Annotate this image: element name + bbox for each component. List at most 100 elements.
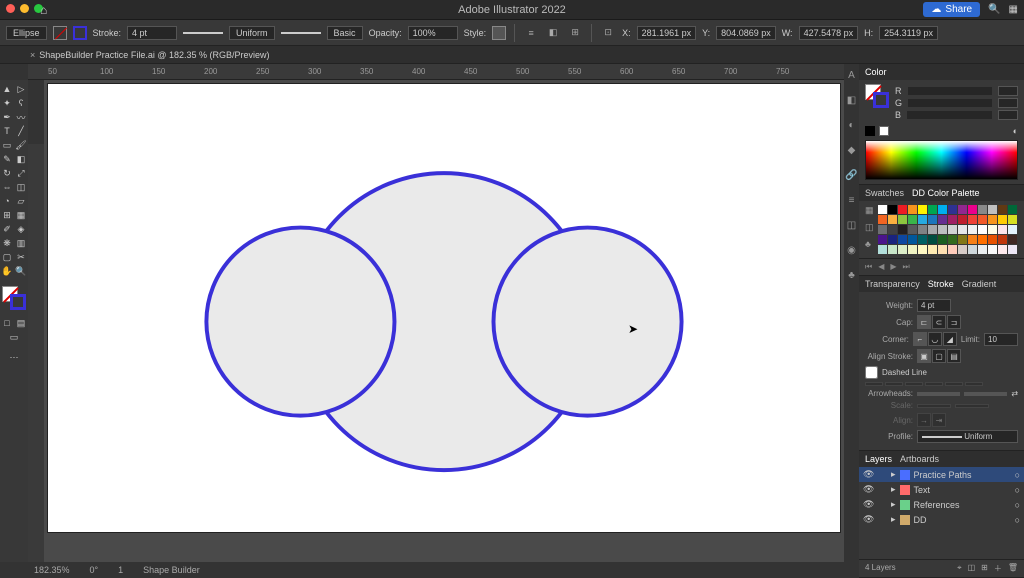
delete-layer-icon[interactable]: 🗑 (1008, 563, 1018, 574)
swatch-cell[interactable] (928, 245, 937, 254)
swatch-cell[interactable] (908, 215, 917, 224)
swatch-kind-icon[interactable]: ◫ (865, 222, 874, 233)
swatches-tab[interactable]: Swatches (865, 188, 904, 198)
scale-tool[interactable]: ⤢ (14, 166, 28, 180)
swatch-cell[interactable] (918, 235, 927, 244)
y-input[interactable]: 804.0869 px (716, 26, 776, 40)
visibility-icon[interactable]: 👁 (863, 514, 873, 525)
shape-select[interactable]: Ellipse (6, 26, 47, 40)
edit-toolbar[interactable]: ⋯ (7, 350, 21, 364)
swatch-cell[interactable] (928, 225, 937, 234)
artboards-tab[interactable]: Artboards (900, 454, 939, 464)
spectrum-toggle-icon[interactable]: ◐ (1013, 126, 1018, 136)
none-swatch[interactable] (865, 126, 875, 136)
expand-icon[interactable]: ▸ (891, 514, 896, 525)
swatch-cell[interactable] (958, 205, 967, 214)
selection-tool[interactable]: ▲ (0, 82, 14, 96)
rectangle-tool[interactable]: ▭ (0, 138, 14, 152)
stroke-weight-input[interactable]: 4 pt (127, 26, 177, 40)
layer-row[interactable]: 👁▸Practice Paths○ (859, 467, 1024, 482)
swatch-opts-icon[interactable]: ♣ (865, 239, 874, 249)
swatch-cell[interactable] (938, 225, 947, 234)
search-icon[interactable]: 🔍 (988, 4, 1000, 15)
paintbrush-tool[interactable]: 🖌 (14, 138, 28, 152)
color-slider[interactable] (908, 87, 993, 95)
ellipse-right[interactable] (493, 228, 681, 416)
ruler-vertical[interactable] (28, 144, 44, 562)
layer-row[interactable]: 👁▸References○ (859, 497, 1024, 512)
shape-builder-tool[interactable]: ◔ (0, 194, 14, 208)
align-inside[interactable]: ▢ (932, 349, 946, 363)
cap-square[interactable]: ⊐ (947, 315, 961, 329)
swatch-cell[interactable] (1008, 215, 1017, 224)
swatch-cell[interactable] (888, 235, 897, 244)
swatch-cell[interactable] (948, 245, 957, 254)
zoom-level[interactable]: 182.35% (34, 565, 70, 575)
swatch-cell[interactable] (948, 205, 957, 214)
swatch-cell[interactable] (1008, 205, 1017, 214)
eraser-tool[interactable]: ◧ (14, 152, 28, 166)
swatch-cell[interactable] (988, 215, 997, 224)
variable-width-profile[interactable]: Uniform (229, 26, 275, 40)
minimize-window[interactable] (20, 4, 29, 13)
arrow-start[interactable] (917, 392, 960, 396)
color-value[interactable] (998, 110, 1018, 120)
swatch-cell[interactable] (938, 235, 947, 244)
perspective-tool[interactable]: ▱ (14, 194, 28, 208)
swatch-cell[interactable] (888, 245, 897, 254)
home-icon[interactable]: ⌂ (40, 3, 47, 17)
swatch-cell[interactable] (898, 235, 907, 244)
close-window[interactable] (6, 4, 15, 13)
artwork[interactable] (48, 84, 840, 559)
layer-row[interactable]: 👁▸DD○ (859, 512, 1024, 527)
visibility-icon[interactable]: 👁 (863, 469, 873, 480)
graphic-style[interactable] (492, 26, 506, 40)
swap-arrows-icon[interactable]: ⇄ (1011, 389, 1018, 398)
layer-name[interactable]: DD (914, 515, 927, 525)
swatch-cell[interactable] (918, 205, 927, 214)
brush-preview[interactable] (281, 32, 321, 34)
appearance-icon[interactable]: ◉ (847, 245, 856, 256)
screen-mode[interactable]: ▭ (7, 330, 21, 344)
limit-input[interactable]: 10 (984, 333, 1018, 346)
free-transform-tool[interactable]: ◫ (14, 180, 28, 194)
dash-3[interactable] (945, 382, 963, 386)
swatch-cell[interactable] (898, 215, 907, 224)
dash-2[interactable] (905, 382, 923, 386)
expand-icon[interactable]: ▸ (891, 499, 896, 510)
gradient-mode[interactable]: ▤ (14, 316, 28, 330)
swatch-cell[interactable] (888, 225, 897, 234)
swatch-nav-first[interactable]: ⏮ (865, 262, 872, 272)
swatch-cell[interactable] (948, 215, 957, 224)
magic-wand-tool[interactable]: ✦ (0, 96, 14, 110)
swatch-cell[interactable] (898, 205, 907, 214)
swatch-cell[interactable] (998, 235, 1007, 244)
color-panel-tab[interactable]: Color (865, 67, 887, 77)
swatch-cell[interactable] (948, 225, 957, 234)
color-slider[interactable] (908, 99, 992, 107)
direct-selection-tool[interactable]: ▷ (14, 82, 28, 96)
ref-point-icon[interactable]: ⊡ (600, 25, 616, 41)
swatch-cell[interactable] (978, 215, 987, 224)
swatch-cell[interactable] (908, 235, 917, 244)
dd-palette-tab[interactable]: DD Color Palette (912, 188, 980, 198)
swatch-cell[interactable] (878, 205, 887, 214)
dashed-checkbox[interactable] (865, 366, 878, 379)
swatch-cell[interactable] (988, 235, 997, 244)
cap-butt[interactable]: ⊏ (917, 315, 931, 329)
swatch-lib-icon[interactable]: ▦ (865, 205, 874, 216)
swatch-cell[interactable] (928, 205, 937, 214)
transparency-tab[interactable]: Transparency (865, 279, 920, 289)
symbols-icon[interactable]: ◆ (848, 145, 856, 156)
color-value[interactable] (998, 86, 1018, 96)
stroke-swatch[interactable] (73, 26, 87, 40)
artboard-nav[interactable]: 1 (118, 565, 123, 575)
stroke-tab[interactable]: Stroke (928, 279, 954, 289)
target-icon[interactable]: ○ (1015, 500, 1020, 510)
layer-name[interactable]: Practice Paths (914, 470, 972, 480)
swatch-cell[interactable] (888, 205, 897, 214)
layer-name[interactable]: Text (914, 485, 931, 495)
swatch-cell[interactable] (978, 225, 987, 234)
hand-tool[interactable]: ✋ (0, 264, 14, 278)
document-tab[interactable]: × ShapeBuilder Practice File.ai @ 182.35… (0, 46, 1024, 64)
